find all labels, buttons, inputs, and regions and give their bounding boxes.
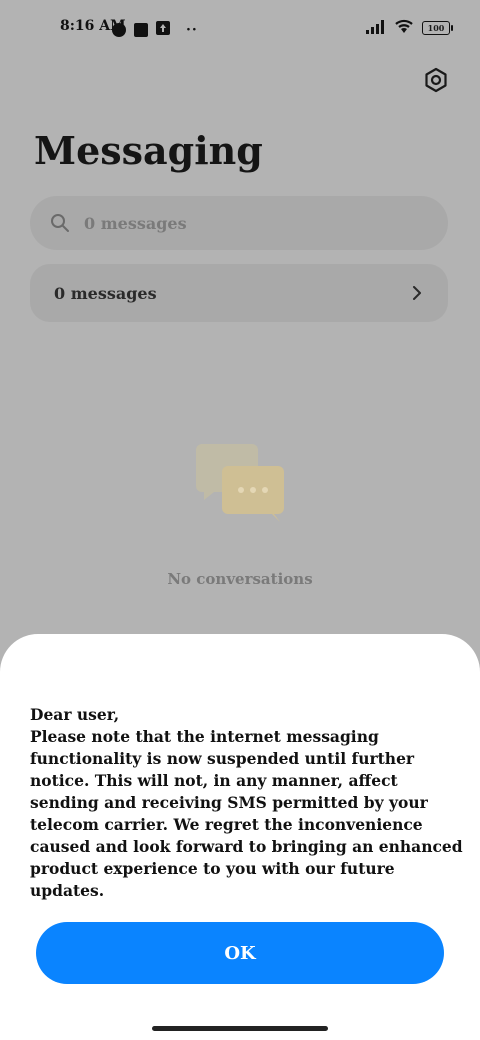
- more-notifications-icon: ··: [186, 21, 198, 38]
- notice-message: Dear user, Please note that the internet…: [30, 704, 464, 902]
- search-bar[interactable]: [30, 196, 448, 250]
- messages-row-label: 0 messages: [54, 283, 157, 303]
- notification-icons: ··: [112, 20, 198, 39]
- notice-greeting: Dear user,: [30, 705, 120, 724]
- chat-bubbles-icon: [196, 444, 284, 522]
- status-right: 100: [366, 18, 453, 38]
- signal-icon: [366, 19, 386, 38]
- notice-body: Please note that the internet messaging …: [30, 727, 463, 900]
- upload-notification-icon: [156, 20, 170, 39]
- notice-dialog: Dear user, Please note that the internet…: [0, 634, 480, 1040]
- settings-button[interactable]: [422, 66, 450, 94]
- messages-row[interactable]: 0 messages: [30, 264, 448, 322]
- home-indicator[interactable]: [152, 1026, 328, 1031]
- search-input[interactable]: [82, 212, 406, 234]
- ok-button[interactable]: OK: [36, 922, 444, 984]
- app-notification-icon: [112, 22, 126, 37]
- page-title: Messaging: [34, 128, 263, 173]
- chevron-right-icon: [413, 286, 421, 300]
- gear-icon: [425, 67, 447, 93]
- wifi-icon: [394, 18, 414, 38]
- square-notification-icon: [134, 22, 148, 37]
- status-bar: 8:16 AM ·· 100: [0, 0, 480, 56]
- search-icon: [51, 214, 69, 232]
- battery-icon: 100: [422, 21, 453, 35]
- empty-state-text: No conversations: [167, 570, 313, 588]
